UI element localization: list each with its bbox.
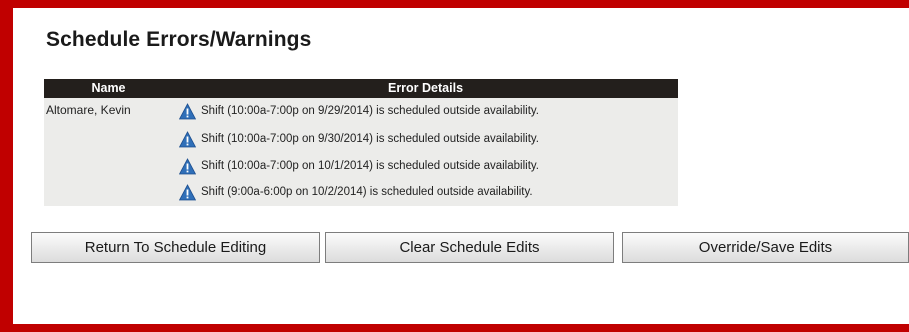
employee-name: Altomare, Kevin (46, 103, 131, 117)
warning-icon (179, 130, 196, 147)
column-header-name: Name (91, 81, 126, 95)
table-header: Name Error Details (44, 79, 678, 98)
error-row: Shift (10:00a-7:00p on 10/1/2014) is sch… (179, 156, 539, 176)
error-row: Shift (10:00a-7:00p on 9/29/2014) is sch… (179, 101, 539, 121)
clear-schedule-edits-button[interactable]: Clear Schedule Edits (325, 232, 614, 263)
page-title: Schedule Errors/Warnings (46, 28, 312, 51)
error-text: Shift (9:00a-6:00p on 10/2/2014) is sche… (201, 186, 533, 198)
errors-table: Name Error Details Altomare, Kevin Shift… (44, 79, 678, 206)
error-text: Shift (10:00a-7:00p on 10/1/2014) is sch… (201, 160, 539, 172)
warning-icon (179, 183, 196, 200)
override-save-edits-button[interactable]: Override/Save Edits (622, 232, 909, 263)
column-header-error-details: Error Details (387, 81, 464, 95)
dialog-frame: Schedule Errors/Warnings Name Error Deta… (0, 0, 909, 332)
return-to-schedule-editing-button[interactable]: Return To Schedule Editing (31, 232, 320, 263)
warning-icon (179, 157, 196, 174)
error-text: Shift (10:00a-7:00p on 9/30/2014) is sch… (201, 133, 539, 145)
warning-icon (179, 102, 196, 119)
error-row: Shift (10:00a-7:00p on 9/30/2014) is sch… (179, 129, 539, 149)
error-text: Shift (10:00a-7:00p on 9/29/2014) is sch… (201, 105, 539, 117)
error-row: Shift (9:00a-6:00p on 10/2/2014) is sche… (179, 182, 533, 202)
